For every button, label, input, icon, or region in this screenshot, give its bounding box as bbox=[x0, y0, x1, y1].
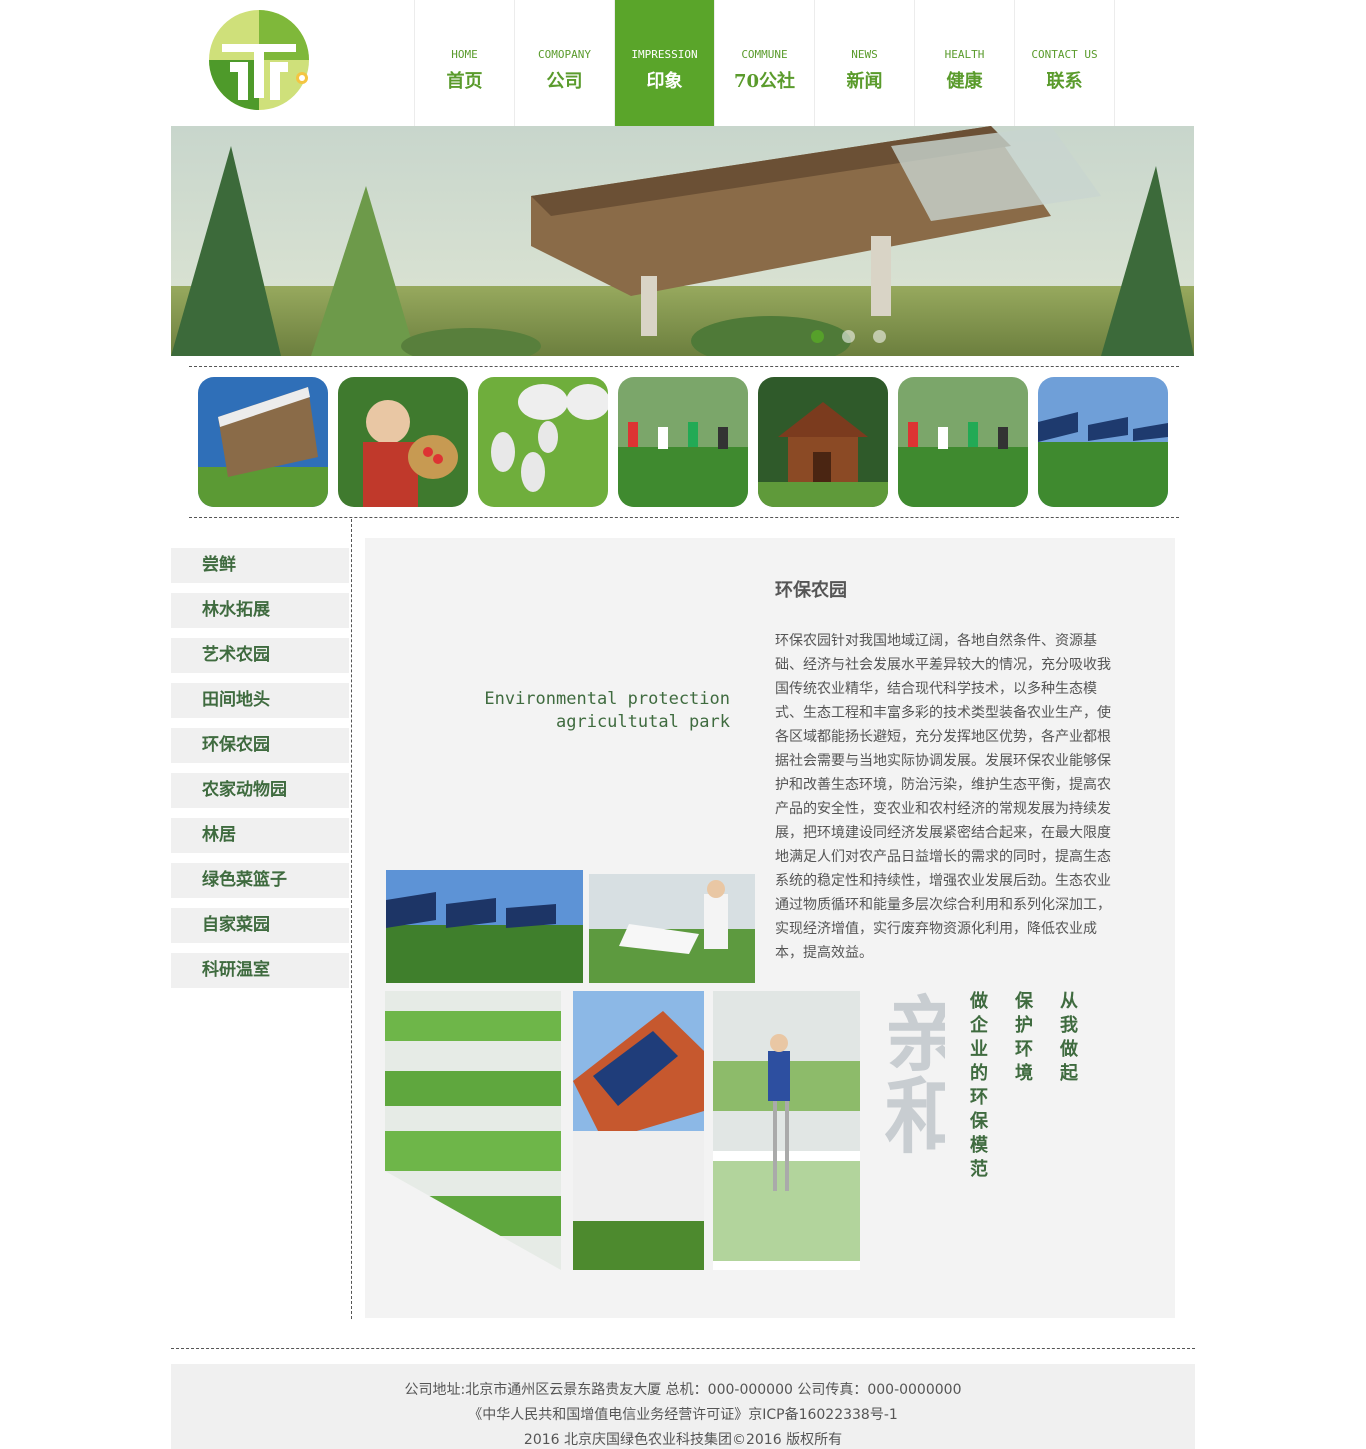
sidebar-item-7[interactable]: 林居 bbox=[171, 818, 349, 853]
sidebar-item-8[interactable]: 绿色菜篮子 bbox=[171, 863, 349, 898]
nav-item-en-label: IMPRESSION bbox=[631, 48, 698, 61]
english-title-line-1: Environmental protection bbox=[484, 689, 730, 709]
nav-item-cn-label: 联系 bbox=[1046, 71, 1083, 92]
nav-item-cn-label: 印象 bbox=[646, 71, 683, 92]
thumb-cabin[interactable] bbox=[758, 377, 888, 507]
nav-item-en-label: HOME bbox=[451, 48, 478, 61]
content-title: 环保农园 bbox=[775, 580, 847, 601]
sidebar-item-4[interactable]: 田间地头 bbox=[171, 683, 349, 718]
footer: 公司地址:北京市通州区云景东路贵友大厦 总机：000-000000 公司传真：0… bbox=[171, 1364, 1195, 1449]
nav-item-health[interactable]: HEALTH 健康 bbox=[915, 0, 1015, 126]
slogan-columns: 做企业的环保模范 保护环境 从我做起 bbox=[970, 990, 1079, 1182]
hydroponic-greenhouse-image bbox=[713, 991, 860, 1270]
nav-item-contact-us[interactable]: CONTACT US 联系 bbox=[1015, 0, 1115, 126]
sidebar-item-1[interactable]: 尝鲜 bbox=[171, 548, 349, 583]
nav-item-news[interactable]: NEWS 新闻 bbox=[815, 0, 915, 126]
divider-bottom bbox=[189, 517, 1179, 518]
banner-image bbox=[171, 126, 1194, 356]
hero-banner[interactable] bbox=[171, 126, 1194, 356]
main-nav: HOME 首页 COMOPANY 公司 IMPRESSION 印象 COMMUNE 70公社 N… bbox=[414, 0, 1115, 126]
greenhouse-worker-image bbox=[589, 874, 755, 983]
content-english-title: Environmental protection agricultutal pa… bbox=[425, 688, 730, 734]
footer-divider bbox=[171, 1348, 1195, 1349]
thumb-farm-workers[interactable] bbox=[618, 377, 748, 507]
sidebar-divider bbox=[351, 519, 352, 1319]
nav-item-en-label: COMMUNE bbox=[741, 48, 788, 61]
nav-item-cn-label: 新闻 bbox=[846, 71, 883, 92]
thumb-building[interactable] bbox=[198, 377, 328, 507]
nav-item-impression[interactable]: IMPRESSION 印象 bbox=[615, 0, 715, 126]
english-title-line-2: agricultutal park bbox=[556, 712, 730, 732]
footer-license: 《中华人民共和国增值电信业务经营许可证》京ICP备16022338号-1 bbox=[468, 1407, 898, 1423]
sidebar-item-3[interactable]: 艺术农园 bbox=[171, 638, 349, 673]
thumb-child-basket[interactable] bbox=[338, 377, 468, 507]
watermark-text: 亲和 bbox=[870, 991, 945, 1155]
nav-item-en-label: HEALTH bbox=[944, 48, 985, 61]
banner-dot-2[interactable] bbox=[842, 330, 855, 343]
banner-dot-1[interactable] bbox=[811, 330, 824, 343]
banner-dot-3[interactable] bbox=[873, 330, 886, 343]
nav-item-en-label: COMOPANY bbox=[538, 48, 591, 61]
sidebar-menu: 尝鲜林水拓展艺术农园田间地头环保农园农家动物园林居绿色菜篮子自家菜园科研温室 bbox=[171, 548, 349, 998]
sidebar-item-5[interactable]: 环保农园 bbox=[171, 728, 349, 763]
nav-item-cn-label: 公司 bbox=[546, 71, 583, 92]
divider-top bbox=[189, 366, 1179, 367]
slogan-column-1: 做企业的环保模范 bbox=[970, 991, 988, 1180]
solar-panel-field-image bbox=[386, 870, 583, 983]
sidebar-item-9[interactable]: 自家菜园 bbox=[171, 908, 349, 943]
nav-item-en-label: NEWS bbox=[851, 48, 878, 61]
slogan-column-3: 从我做起 bbox=[1060, 991, 1078, 1084]
watermark-calligraphy: 亲和 bbox=[860, 991, 945, 1271]
thumbnail-strip bbox=[198, 377, 1168, 507]
sidebar-item-10[interactable]: 科研温室 bbox=[171, 953, 349, 988]
nav-item-cn-label: 70公社 bbox=[733, 71, 796, 92]
thumb-sheep-geese[interactable] bbox=[478, 377, 608, 507]
nav-item-en-label: CONTACT US bbox=[1031, 48, 1098, 61]
solar-roof-house-image bbox=[573, 991, 704, 1270]
slogan-column-2: 保护环境 bbox=[1015, 991, 1033, 1084]
sidebar-item-2[interactable]: 林水拓展 bbox=[171, 593, 349, 628]
content-body: 环保农园针对我国地域辽阔，各地自然条件、资源基础、经济与社会发展水平差异较大的情… bbox=[775, 633, 1111, 961]
thumb-farm-workers-2[interactable] bbox=[898, 377, 1028, 507]
nav-item-cn-label: 首页 bbox=[446, 71, 483, 92]
nav-item-commune[interactable]: COMMUNE 70公社 bbox=[715, 0, 815, 126]
sidebar-item-6[interactable]: 农家动物园 bbox=[171, 773, 349, 808]
banner-pagination bbox=[811, 330, 886, 343]
nav-item-comopany[interactable]: COMOPANY 公司 bbox=[515, 0, 615, 126]
footer-copyright: 2016 北京庆国绿色农业科技集团©2016 版权所有 bbox=[523, 1432, 843, 1448]
footer-address: 公司地址:北京市通州区云景东路贵友大厦 总机：000-000000 公司传真：0… bbox=[404, 1382, 962, 1398]
nav-item-home[interactable]: HOME 首页 bbox=[415, 0, 515, 126]
vertical-farm-shelves-image bbox=[385, 991, 561, 1270]
content-panel: 环保农园 Environmental protection agricultut… bbox=[365, 538, 1175, 1318]
company-logo[interactable] bbox=[204, 8, 320, 124]
thumb-solar-field[interactable] bbox=[1038, 377, 1168, 507]
nav-item-cn-label: 健康 bbox=[946, 71, 983, 92]
